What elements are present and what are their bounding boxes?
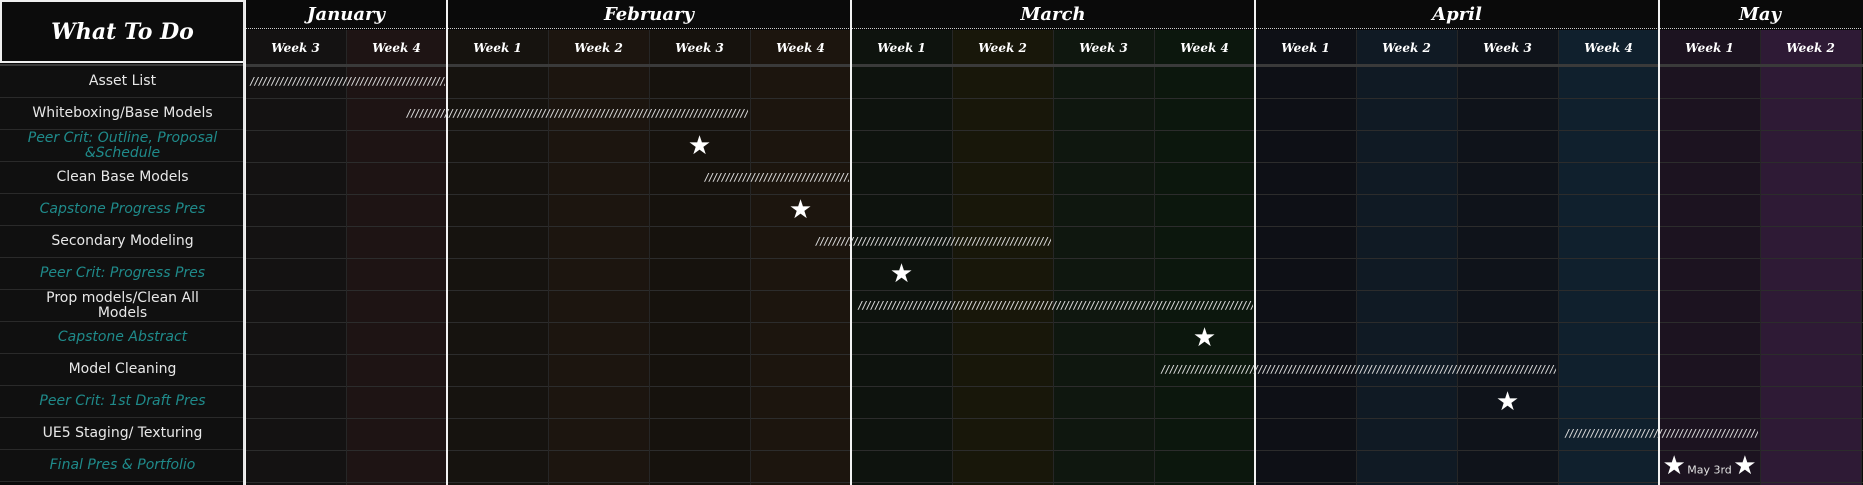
task-label: Secondary Modeling [0,226,245,258]
column-divider [548,30,549,485]
week-header: Week 3 [1457,30,1558,66]
week-column [346,66,447,485]
week-column [1255,66,1356,485]
milestone-star-icon: ★ [889,259,914,289]
column-divider [952,30,953,485]
row-divider [245,482,1863,483]
milestone-star-icon: ★ [1192,323,1217,353]
week-header: Week 1 [1659,30,1760,66]
task-label: Final Pres & Portfolio [0,450,245,482]
row-divider [245,450,1863,451]
week-header: Week 4 [346,30,447,66]
month-header: February [447,0,851,29]
task-label: Capstone Abstract [0,322,245,354]
week-column [1558,66,1659,485]
row-divider [245,386,1863,387]
task-label: Peer Crit: 1st Draft Pres [0,386,245,418]
week-header: Week 2 [1356,30,1457,66]
row-divider [245,418,1863,419]
week-header: Week 3 [649,30,750,66]
task-label: Clean Base Models [0,162,245,194]
week-header: Week 1 [447,30,548,66]
week-column [1053,66,1154,485]
week-column [1659,66,1760,485]
schedule-sheet: What To Do Week 3 Week 4 Week 1 Week 2 Week 3… [0,0,1863,485]
task-bar: ////////////////////////////////////////… [1564,427,1758,440]
week-header: Week 2 [1760,30,1861,66]
week-column [1356,66,1457,485]
column-divider [649,30,650,485]
page-title: What To Do [0,0,245,63]
task-bar: ////////////////////////////////////////… [1160,363,1556,376]
row-divider [245,130,1863,131]
week-header: Week 1 [1255,30,1356,66]
row-divider [245,258,1863,259]
week-column [548,66,649,485]
row-divider [245,98,1863,99]
header-divider [0,64,1863,67]
week-column [1760,66,1861,485]
task-bar: ////////////////////////////////////////… [405,107,748,120]
column-divider [1861,30,1862,485]
column-divider [1154,30,1155,485]
week-header: Week 3 [1053,30,1154,66]
row-divider [245,290,1863,291]
month-boundary [1658,0,1660,485]
task-label: Asset List [0,66,245,98]
task-bar: ////////////////////////////////////////… [857,299,1253,312]
column-divider [750,30,751,485]
task-label: UE5 Staging/ Texturing [0,418,245,450]
task-label: Model Cleaning [0,354,245,386]
week-header: Week 4 [1154,30,1255,66]
month-header: January [245,0,447,29]
task-label: Peer Crit: Outline, Proposal &Schedule [0,130,245,162]
task-label: Prop models/Clean All Models [0,290,245,322]
milestone-note: May 3rd [1687,463,1732,477]
milestone-star-icon: ★ [1495,387,1520,417]
week-column [952,66,1053,485]
row-divider [245,162,1863,163]
row-divider [245,354,1863,355]
task-bar: ////////////////////////////////////////… [814,235,1051,248]
row-divider [245,194,1863,195]
week-header: Week 2 [548,30,649,66]
week-column [245,66,346,485]
column-divider [1457,30,1458,485]
task-bar: ////////////////////////////////////////… [249,75,445,88]
column-divider [346,30,347,485]
month-header: April [1255,0,1659,29]
milestone-star-icon: ★ [788,195,813,225]
week-header: Week 1 [851,30,952,66]
week-column [447,66,548,485]
task-label: Whiteboxing/Base Models [0,98,245,130]
month-boundary [1254,0,1256,485]
week-header: Week 4 [750,30,851,66]
row-divider [245,226,1863,227]
label-column-border [243,0,245,485]
month-header: March [851,0,1255,29]
column-divider [1053,30,1054,485]
task-label: Capstone Progress Pres [0,194,245,226]
week-header: Week 3 [245,30,346,66]
week-column [649,66,750,485]
month-boundary [446,0,448,485]
milestone-star-icon: ★ [687,131,712,161]
milestone-star-icon: ★ [1662,451,1686,481]
row-divider [245,322,1863,323]
week-header: Week 4 [1558,30,1659,66]
column-divider [1760,30,1761,485]
week-header: Week 2 [952,30,1053,66]
week-column [1154,66,1255,485]
task-label: Peer Crit: Progress Pres [0,258,245,290]
column-divider [1356,30,1357,485]
column-divider [1558,30,1559,485]
month-header: May [1659,0,1861,29]
task-bar: ///////////////////////////////////// [703,171,850,184]
milestone-star-icon: ★ [1733,451,1757,481]
week-column [750,66,851,485]
week-column [1457,66,1558,485]
